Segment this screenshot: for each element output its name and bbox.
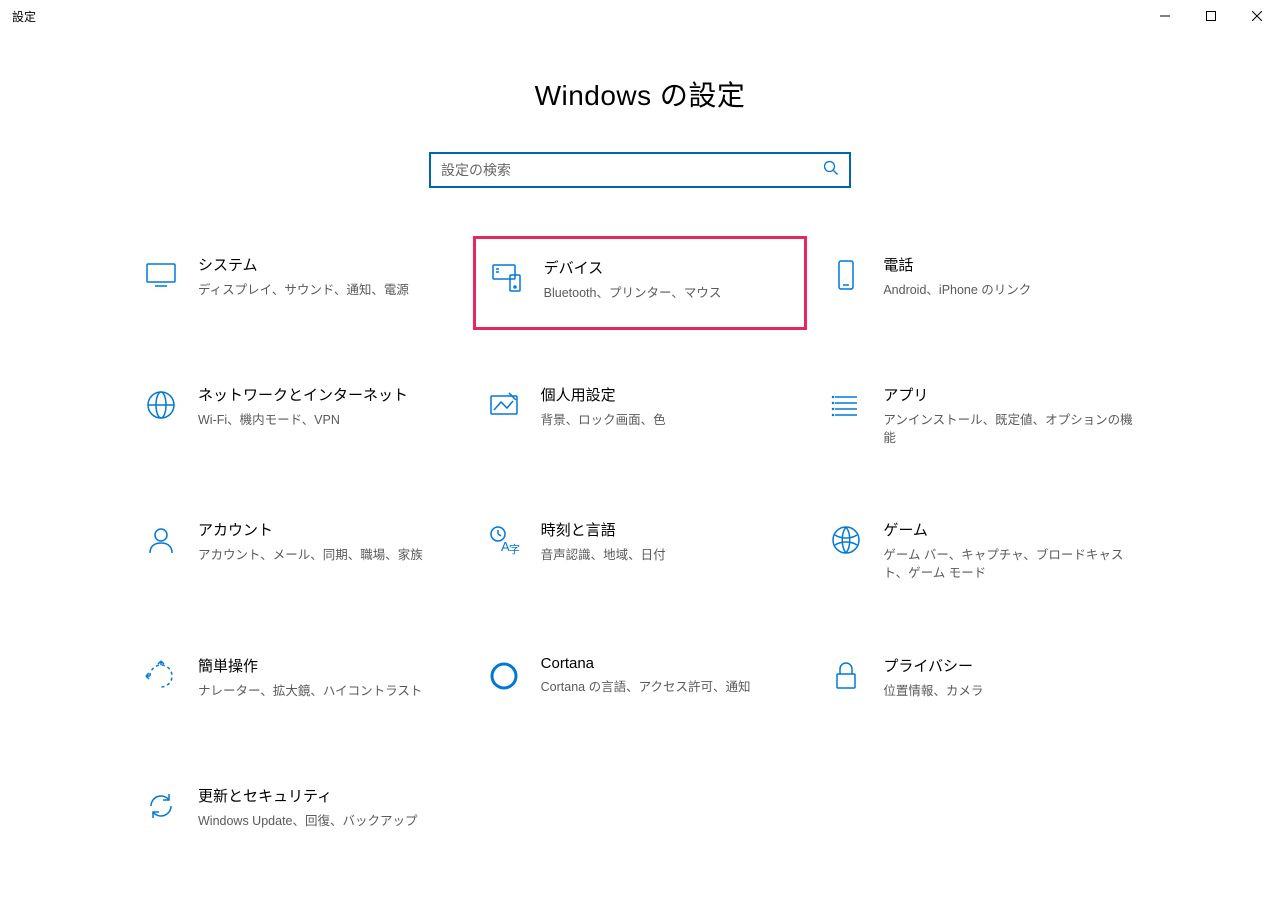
tile-gaming[interactable]: ゲーム ゲーム バー、キャプチャ、ブロードキャスト、ゲーム モード <box>815 501 1150 600</box>
tile-title: 個人用設定 <box>541 384 796 405</box>
tile-text: 電話 Android、iPhone のリンク <box>883 254 1138 299</box>
tile-ease-of-access[interactable]: 簡単操作 ナレーター、拡大鏡、ハイコントラスト <box>130 637 465 731</box>
search-container <box>0 152 1280 188</box>
tile-text: 時刻と言語 音声認識、地域、日付 <box>541 519 796 564</box>
maximize-button[interactable] <box>1188 0 1234 32</box>
tile-desc: 位置情報、カメラ <box>883 682 1138 700</box>
devices-icon <box>488 259 526 297</box>
window-title: 設定 <box>12 8 36 25</box>
tile-desc: Android、iPhone のリンク <box>883 281 1138 299</box>
tile-desc: ゲーム バー、キャプチャ、ブロードキャスト、ゲーム モード <box>883 546 1138 582</box>
tile-title: 電話 <box>883 254 1138 275</box>
tile-desc: Wi-Fi、機内モード、VPN <box>198 411 453 429</box>
titlebar: 設定 <box>0 0 1280 32</box>
settings-grid: システム ディスプレイ、サウンド、通知、電源 デバイス Bluetooth、プリ… <box>130 236 1150 861</box>
tile-time-language[interactable]: A字 時刻と言語 音声認識、地域、日付 <box>473 501 808 600</box>
tile-update-security[interactable]: 更新とセキュリティ Windows Update、回復、バックアップ <box>130 767 465 861</box>
gaming-icon <box>827 521 865 559</box>
tile-network[interactable]: ネットワークとインターネット Wi-Fi、機内モード、VPN <box>130 366 465 465</box>
tile-text: アプリ アンインストール、既定値、オプションの機能 <box>883 384 1138 447</box>
cortana-icon <box>485 657 523 695</box>
tile-text: システム ディスプレイ、サウンド、通知、電源 <box>198 254 453 299</box>
update-icon <box>142 787 180 825</box>
search-box[interactable] <box>429 152 851 188</box>
tile-desc: Bluetooth、プリンター、マウス <box>544 284 793 302</box>
tile-accounts[interactable]: アカウント アカウント、メール、同期、職場、家族 <box>130 501 465 600</box>
tile-text: デバイス Bluetooth、プリンター、マウス <box>544 257 793 302</box>
tile-cortana[interactable]: Cortana Cortana の言語、アクセス許可、通知 <box>473 637 808 731</box>
maximize-icon <box>1206 11 1216 21</box>
tile-desc: 音声認識、地域、日付 <box>541 546 796 564</box>
tile-title: システム <box>198 254 453 275</box>
system-icon <box>142 256 180 294</box>
window-controls <box>1142 0 1280 32</box>
close-icon <box>1252 11 1262 21</box>
tile-title: 更新とセキュリティ <box>198 785 453 806</box>
tile-text: プライバシー 位置情報、カメラ <box>883 655 1138 700</box>
time-language-icon: A字 <box>485 521 523 559</box>
tile-text: ゲーム ゲーム バー、キャプチャ、ブロードキャスト、ゲーム モード <box>883 519 1138 582</box>
tile-title: 簡単操作 <box>198 655 453 676</box>
tile-text: アカウント アカウント、メール、同期、職場、家族 <box>198 519 453 564</box>
tile-title: 時刻と言語 <box>541 519 796 540</box>
accounts-icon <box>142 521 180 559</box>
tile-text: 個人用設定 背景、ロック画面、色 <box>541 384 796 429</box>
tile-title: Cortana <box>541 655 796 672</box>
apps-icon <box>827 386 865 424</box>
search-icon <box>823 160 839 181</box>
tile-title: ネットワークとインターネット <box>198 384 453 405</box>
svg-text:字: 字 <box>509 542 520 556</box>
page-title: Windows の設定 <box>0 74 1280 114</box>
tile-title: アプリ <box>883 384 1138 405</box>
personalization-icon <box>485 386 523 424</box>
tile-text: ネットワークとインターネット Wi-Fi、機内モード、VPN <box>198 384 453 429</box>
privacy-icon <box>827 657 865 695</box>
minimize-icon <box>1160 11 1170 21</box>
tile-desc: アンインストール、既定値、オプションの機能 <box>883 411 1138 447</box>
tile-personalization[interactable]: 個人用設定 背景、ロック画面、色 <box>473 366 808 465</box>
tile-title: ゲーム <box>883 519 1138 540</box>
tile-desc: 背景、ロック画面、色 <box>541 411 796 429</box>
minimize-button[interactable] <box>1142 0 1188 32</box>
tile-title: デバイス <box>544 257 793 278</box>
tile-desc: Cortana の言語、アクセス許可、通知 <box>541 678 796 696</box>
tile-privacy[interactable]: プライバシー 位置情報、カメラ <box>815 637 1150 731</box>
tile-desc: Windows Update、回復、バックアップ <box>198 812 453 830</box>
tile-text: 更新とセキュリティ Windows Update、回復、バックアップ <box>198 785 453 830</box>
tile-system[interactable]: システム ディスプレイ、サウンド、通知、電源 <box>130 236 465 330</box>
search-input[interactable] <box>441 162 823 178</box>
tile-desc: ディスプレイ、サウンド、通知、電源 <box>198 281 453 299</box>
tile-desc: アカウント、メール、同期、職場、家族 <box>198 546 453 564</box>
tile-apps[interactable]: アプリ アンインストール、既定値、オプションの機能 <box>815 366 1150 465</box>
ease-of-access-icon <box>142 657 180 695</box>
tile-devices[interactable]: デバイス Bluetooth、プリンター、マウス <box>473 236 808 330</box>
phone-icon <box>827 256 865 294</box>
tile-title: プライバシー <box>883 655 1138 676</box>
close-button[interactable] <box>1234 0 1280 32</box>
network-icon <box>142 386 180 424</box>
tile-desc: ナレーター、拡大鏡、ハイコントラスト <box>198 682 453 700</box>
tile-text: 簡単操作 ナレーター、拡大鏡、ハイコントラスト <box>198 655 453 700</box>
tile-title: アカウント <box>198 519 453 540</box>
tile-text: Cortana Cortana の言語、アクセス許可、通知 <box>541 655 796 696</box>
tile-phone[interactable]: 電話 Android、iPhone のリンク <box>815 236 1150 330</box>
